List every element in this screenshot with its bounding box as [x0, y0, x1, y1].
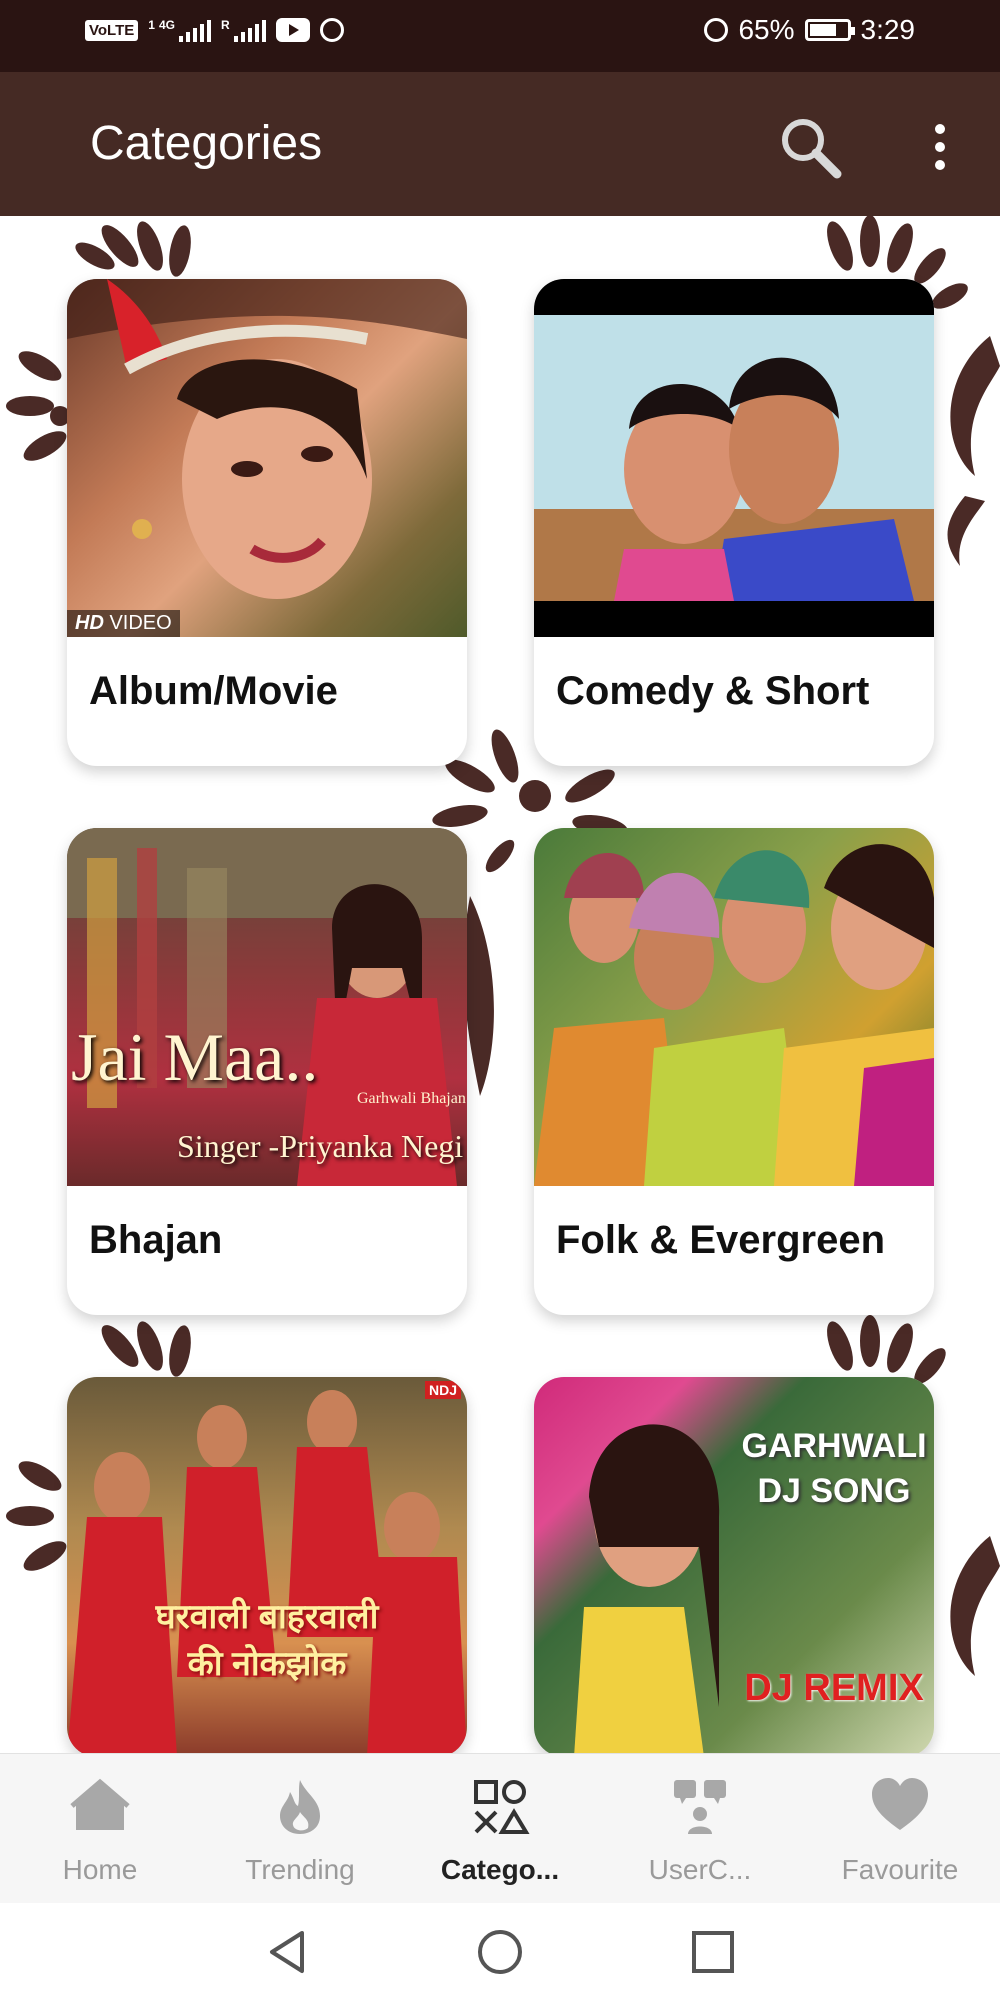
categories-grid: HD VIDEO Album/Movie Comedy & Short Jai …	[0, 216, 1000, 1753]
nav-home[interactable]: Home	[0, 1754, 200, 1904]
category-label: Folk & Evergreen	[556, 1218, 886, 1262]
nav-user-content[interactable]: UserC...	[600, 1754, 800, 1904]
nav-label: UserC...	[648, 1854, 752, 1885]
clock: 3:29	[860, 14, 916, 45]
category-thumbnail: Jai Maa.. Garhwali Bhajan Singer -Priyan…	[67, 828, 467, 1186]
category-card-5[interactable]: NDJ घरवाली बाहरवाली की नोकझोक	[67, 1377, 467, 1753]
nav-label: Home	[62, 1854, 138, 1885]
system-navigation-bar	[0, 1903, 1000, 2000]
category-label: Bhajan	[89, 1218, 223, 1262]
status-left: VoLTE 1 4G R	[85, 18, 344, 42]
menu-dot-icon	[935, 124, 945, 134]
category-label: Album/Movie	[89, 669, 338, 713]
nav-categories[interactable]: Catego...	[400, 1754, 600, 1904]
nav-label: Trending	[245, 1854, 355, 1885]
menu-dot-icon	[935, 160, 945, 170]
roaming-label: R	[220, 18, 230, 32]
thumbnail-art	[534, 315, 934, 601]
thumbnail-tag: DJ REMIX	[744, 1667, 924, 1709]
app-bar: Categories	[0, 72, 1000, 216]
alarm-icon	[704, 18, 729, 42]
whatsapp-icon	[319, 18, 344, 42]
channel-logo: NDJ	[424, 1381, 461, 1399]
status-right: 65% 3:29	[704, 14, 915, 46]
volte-badge: VoLTE	[85, 19, 139, 41]
overflow-menu-button[interactable]	[920, 117, 960, 177]
youtube-icon	[275, 18, 310, 42]
category-card-folk-evergreen[interactable]: Folk & Evergreen	[534, 828, 934, 1315]
search-icon	[782, 119, 842, 179]
thumbnail-art	[67, 1390, 467, 1753]
heart-icon	[872, 1778, 928, 1830]
category-card-album-movie[interactable]: HD VIDEO Album/Movie	[67, 279, 467, 766]
home-circle-icon[interactable]	[475, 1927, 525, 1977]
category-card-comedy-short[interactable]: Comedy & Short	[534, 279, 934, 766]
category-card-bhajan[interactable]: Jai Maa.. Garhwali Bhajan Singer -Priyan…	[67, 828, 467, 1315]
category-thumbnail	[534, 279, 934, 637]
thumbnail-subtitle: की नोकझोक	[187, 1645, 347, 1683]
nav-favourite[interactable]: Favourite	[800, 1754, 1000, 1904]
category-thumbnail: HD VIDEO	[67, 279, 467, 637]
thumbnail-singer: Singer -Priyanka Negi	[177, 1128, 464, 1164]
category-thumbnail: GARHWALI DJ SONG DJ REMIX	[534, 1377, 934, 1753]
bottom-navigation: Home Trending Catego... UserC... Favouri…	[0, 1753, 1000, 1904]
signal-2-icon	[233, 18, 266, 42]
signal-icon	[178, 18, 211, 42]
page-title: Categories	[90, 117, 323, 170]
thumbnail-subtitle: DJ SONG	[757, 1472, 911, 1510]
fire-icon	[280, 1780, 320, 1834]
nav-trending[interactable]: Trending	[200, 1754, 400, 1904]
thumbnail-title: GARHWALI	[741, 1427, 927, 1465]
menu-dot-icon	[935, 142, 945, 152]
category-label: Comedy & Short	[556, 669, 870, 713]
home-icon	[70, 1778, 130, 1830]
user-content-icon	[674, 1780, 726, 1834]
category-card-6[interactable]: GARHWALI DJ SONG DJ REMIX	[534, 1377, 934, 1753]
search-button[interactable]	[775, 112, 845, 182]
battery-percent: 65%	[738, 14, 795, 45]
network-type: 4G	[158, 18, 175, 32]
video-quality-badge: HD VIDEO	[67, 610, 180, 637]
battery-icon	[804, 19, 855, 41]
sim1-label: 1	[148, 18, 155, 32]
recents-icon[interactable]	[688, 1927, 738, 1977]
thumbnail-art	[534, 844, 934, 1186]
status-bar: VoLTE 1 4G R 65% 3:29	[0, 0, 1000, 72]
category-thumbnail: NDJ घरवाली बाहरवाली की नोकझोक	[67, 1377, 467, 1753]
back-icon[interactable]	[262, 1927, 312, 1977]
thumbnail-subtitle: Garhwali Bhajan	[357, 1090, 466, 1107]
nav-label: Catego...	[440, 1854, 560, 1885]
categories-icon	[474, 1780, 530, 1834]
category-thumbnail	[534, 828, 934, 1186]
thumbnail-title: Jai Maa..	[71, 1019, 319, 1095]
thumbnail-title: घरवाली बाहरवाली	[155, 1598, 379, 1636]
nav-label: Favourite	[841, 1854, 959, 1885]
thumbnail-art	[67, 279, 467, 599]
